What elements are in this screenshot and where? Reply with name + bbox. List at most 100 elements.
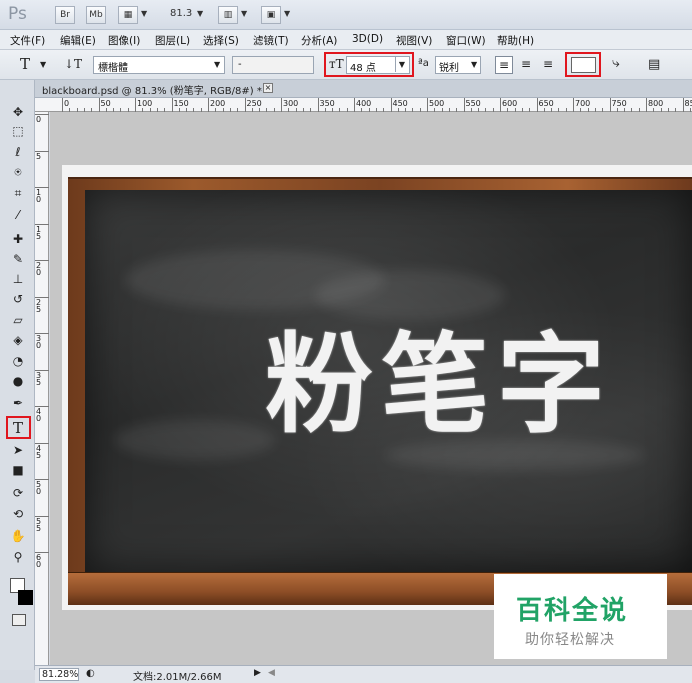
3d-rotate-tool[interactable]: ⟳ [8, 484, 28, 502]
pen-tool[interactable]: ✒ [8, 394, 28, 412]
antialias-icon: ªa [418, 58, 429, 69]
font-size-value: 48 点 [350, 63, 376, 74]
ruler-label: 350 [319, 99, 335, 108]
screen-mode-button[interactable]: ▣ [261, 6, 281, 24]
antialias-value: 锐利 [439, 63, 459, 74]
healing-brush-tool[interactable]: ✚ [8, 230, 28, 248]
menu-help[interactable]: 帮助(H) [497, 33, 534, 48]
text-color-swatch[interactable] [571, 57, 596, 73]
ruler-label: 300 [283, 99, 299, 108]
scroll-left-icon[interactable]: ◀ [268, 668, 275, 678]
ruler-label: 700 [575, 99, 591, 108]
menu-image[interactable]: 图像(I) [108, 33, 140, 48]
document-tab-title[interactable]: blackboard.psd @ 81.3% (粉笔字, RGB/8#) * [42, 82, 262, 97]
ruler-label: 2 0 [36, 261, 42, 277]
ruler-label: 0 [36, 115, 42, 124]
dodge-tool[interactable]: ● [8, 372, 28, 390]
chevron-down-icon[interactable]: ▼ [197, 9, 203, 18]
ruler-label: 100 [137, 99, 153, 108]
ps-logo: Ps [8, 4, 27, 24]
menu-edit[interactable]: 编辑(E) [60, 33, 96, 48]
crop-tool[interactable]: ⌗ [8, 184, 28, 202]
menu-view[interactable]: 视图(V) [396, 33, 432, 48]
brush-tool[interactable]: ✎ [8, 250, 28, 268]
3d-orbit-tool[interactable]: ⟲ [8, 505, 28, 523]
lasso-tool[interactable]: ℓ [8, 143, 28, 161]
chevron-down-icon[interactable]: ▼ [141, 9, 147, 18]
font-style-value: - [238, 59, 242, 70]
ruler-label: 800 [648, 99, 664, 108]
status-zoom[interactable]: 81.28% [39, 668, 79, 681]
ruler-label: 200 [210, 99, 226, 108]
status-arrow-icon[interactable]: ▶ [254, 668, 261, 678]
text-orientation-icon[interactable]: ↓T [64, 57, 82, 71]
arrange-documents-button[interactable]: ▥ [218, 6, 238, 24]
ruler-label: 5 0 [36, 480, 42, 496]
menu-select[interactable]: 选择(S) [203, 33, 239, 48]
chevron-down-icon[interactable]: ▼ [471, 60, 477, 69]
chevron-down-icon[interactable]: ▼ [284, 9, 290, 18]
watermark-title: 百科全说 [516, 596, 629, 626]
minibridge-button[interactable]: Mb [86, 6, 106, 24]
ruler-label: 150 [173, 99, 189, 108]
ruler-label: 5 [36, 151, 42, 161]
view-extras-button[interactable]: ▦ [118, 6, 138, 24]
ruler-label: 50 [100, 99, 111, 108]
ruler-label: 3 0 [36, 334, 42, 350]
menu-file[interactable]: 文件(F) [10, 33, 45, 48]
marquee-tool[interactable]: ⬚ [8, 122, 28, 140]
menu-analysis[interactable]: 分析(A) [301, 33, 337, 48]
status-info-icon[interactable]: ◐ [86, 668, 95, 679]
path-select-tool[interactable]: ➤ [8, 441, 28, 459]
chalk-text: 粉笔字 [265, 322, 614, 448]
ruler-label: 600 [502, 99, 518, 108]
font-style-select[interactable] [232, 56, 314, 74]
zoom-level[interactable]: 81.3 [170, 8, 192, 19]
ruler-label: 850 [684, 99, 692, 108]
chevron-down-icon[interactable]: ▼ [40, 60, 46, 69]
bridge-button[interactable]: Br [55, 6, 75, 24]
watermark-subtitle: 助你轻松解决 [525, 632, 615, 648]
history-brush-tool[interactable]: ↺ [8, 290, 28, 308]
paint-bucket-tool[interactable]: ◈ [8, 331, 28, 349]
menu-bar [0, 30, 692, 50]
menu-window[interactable]: 窗口(W) [446, 33, 486, 48]
move-tool[interactable]: ✥ [8, 103, 28, 121]
menu-layer[interactable]: 图层(L) [155, 33, 190, 48]
ruler-label: 5 5 [36, 516, 42, 533]
ruler-label: 250 [246, 99, 262, 108]
ruler-label: 3 5 [36, 370, 42, 387]
eraser-tool[interactable]: ▱ [8, 311, 28, 329]
warp-text-icon[interactable]: ⤷ [612, 55, 620, 71]
background-color-swatch[interactable] [18, 590, 33, 605]
vertical-ruler: 0 5 1 0 1 5 2 0 2 5 3 0 3 5 4 0 4 5 5 0 5 5 6 0 [35, 112, 49, 665]
ruler-label: 400 [356, 99, 372, 108]
type-tool-preset-icon[interactable]: T [20, 55, 30, 73]
ruler-label: 4 5 [36, 443, 42, 460]
ruler-label: 1 5 [36, 224, 42, 241]
ruler-label: 1 0 [36, 188, 42, 204]
character-panel-icon[interactable]: ▤ [648, 57, 660, 72]
quick-mask-icon[interactable] [12, 614, 26, 626]
align-right-button[interactable]: ≡ [539, 56, 557, 74]
zoom-tool[interactable]: ⚲ [8, 548, 28, 566]
ruler-label: 0 [64, 99, 70, 108]
quick-select-tool[interactable]: ⍟ [8, 163, 28, 181]
blur-tool[interactable]: ◔ [8, 352, 28, 370]
ruler-label: 750 [611, 99, 627, 108]
close-icon[interactable]: × [263, 83, 273, 93]
eyedropper-tool[interactable]: ⁄ [8, 206, 28, 224]
align-center-button[interactable]: ≡ [517, 56, 535, 74]
chevron-down-icon[interactable]: ▼ [395, 57, 408, 72]
clone-stamp-tool[interactable]: ⊥ [8, 270, 28, 288]
menu-3d[interactable]: 3D(D) [352, 33, 383, 45]
shape-tool[interactable]: ■ [8, 461, 28, 479]
align-left-button[interactable]: ≡ [495, 56, 513, 74]
status-doc-size: 文档:2.01M/2.66M [133, 672, 222, 683]
menu-filter[interactable]: 滤镜(T) [253, 33, 289, 48]
hand-tool[interactable]: ✋ [8, 527, 28, 545]
type-tool[interactable]: T [8, 419, 28, 437]
chevron-down-icon[interactable]: ▼ [214, 60, 220, 69]
chevron-down-icon[interactable]: ▼ [241, 9, 247, 18]
ruler-label: 650 [538, 99, 554, 108]
